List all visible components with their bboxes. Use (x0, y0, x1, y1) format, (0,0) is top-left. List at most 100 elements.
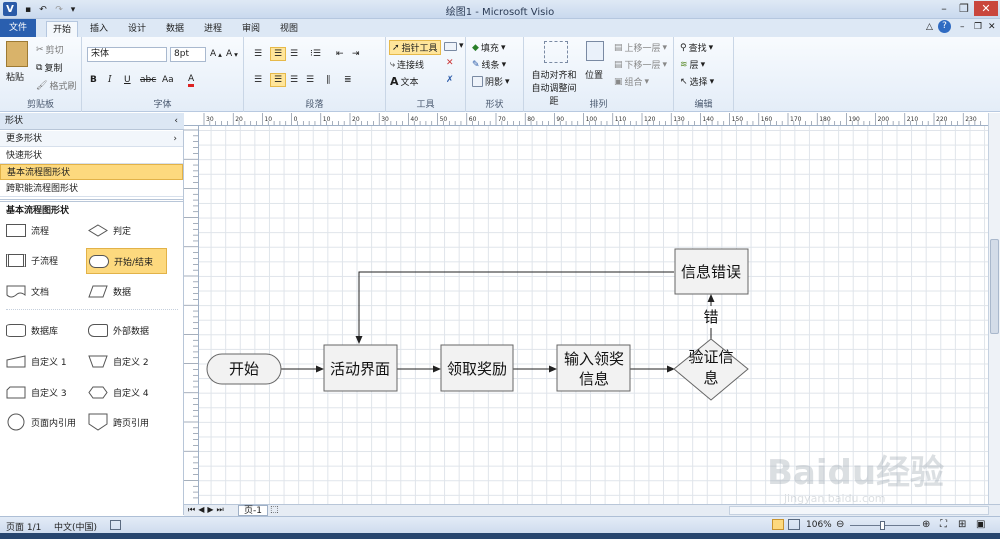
zoom-slider-thumb[interactable] (880, 521, 885, 530)
stencil-custom-1[interactable]: 自定义 1 (6, 355, 67, 368)
font-family-select[interactable]: 宋体 (87, 47, 167, 62)
stencil-custom-2[interactable]: 自定义 2 (88, 355, 149, 368)
decrease-indent-icon[interactable]: ⇤ (336, 49, 344, 59)
start-terminator[interactable]: 开始 (206, 353, 282, 385)
full-screen-icon[interactable] (788, 519, 800, 530)
collapse-pane-icon[interactable]: ‹ (174, 113, 178, 130)
page-count-status[interactable]: 页面 1/1 (6, 520, 41, 533)
grow-font-icon[interactable]: A ▴ (210, 49, 222, 59)
pane-splitter[interactable] (0, 199, 183, 202)
italic-button[interactable]: I (108, 75, 112, 85)
stencil-process[interactable]: 流程 (6, 224, 49, 237)
ribbon-minimize-icon[interactable]: △ (926, 22, 933, 32)
minimize-icon[interactable]: – (934, 1, 954, 16)
align-top-icon[interactable]: ☰ (254, 49, 262, 59)
insert-page-icon[interactable]: ⬚ (270, 505, 279, 515)
doc-restore-icon[interactable]: ❐ (974, 22, 982, 32)
tab-insert[interactable]: 插入 (84, 21, 114, 37)
find-button[interactable]: ⚲ 查找 ▾ (680, 41, 713, 55)
zoom-out-icon[interactable]: ⊖ (836, 519, 844, 530)
tab-home[interactable]: 开始 (46, 21, 78, 37)
bold-button[interactable]: B (90, 75, 97, 85)
font-size-select[interactable]: 8pt (170, 47, 206, 62)
stencil-database[interactable]: 数据库 (6, 324, 58, 337)
pointer-tool-button[interactable]: ➚ 指针工具 (389, 40, 441, 55)
cut-button[interactable]: ✂ 剪切 (36, 43, 64, 57)
shrink-font-icon[interactable]: A ▾ (226, 49, 238, 59)
tab-view[interactable]: 视图 (274, 21, 304, 37)
close-tool-icon[interactable]: ✕ (446, 58, 454, 68)
more-shapes-item[interactable]: 更多形状 › (0, 131, 183, 147)
horizontal-scrollbar[interactable] (729, 506, 989, 515)
stencil-document[interactable]: 文档 (6, 285, 49, 298)
stencil-decision[interactable]: 判定 (88, 224, 131, 237)
tab-design[interactable]: 设计 (122, 21, 152, 37)
format-painter-button[interactable]: 🖌 格式刷 (36, 79, 76, 93)
switch-windows-icon[interactable]: ▣ (976, 519, 985, 530)
tab-review[interactable]: 审阅 (236, 21, 266, 37)
strikethrough-button[interactable]: abc (140, 75, 156, 85)
font-color-button[interactable]: A (188, 75, 195, 87)
stencil-start-end[interactable]: 开始/结束 (86, 248, 167, 274)
page-tab[interactable]: 页-1 (238, 505, 268, 516)
doc-close-icon[interactable]: ✕ (988, 22, 996, 32)
align-right-icon[interactable]: ☰ (290, 75, 298, 85)
connection-point-icon[interactable]: ✗ (446, 75, 454, 85)
zoom-level[interactable]: 106% (806, 520, 832, 530)
align-bottom-icon[interactable]: ☰ (290, 49, 298, 59)
rectangle-tool-icon[interactable]: ▾ (444, 41, 464, 51)
paste-button[interactable]: 粘贴 (6, 70, 24, 83)
claim-reward-process[interactable]: 领取奖励 (440, 344, 514, 392)
align-center-icon[interactable]: ☰ (270, 73, 286, 87)
line-button[interactable]: ✎ 线条 ▾ (472, 58, 506, 72)
stencil-off-page-reference[interactable]: 跨页引用 (88, 413, 149, 431)
vertical-scrollbar[interactable] (988, 113, 1000, 504)
position-button[interactable]: 位置 (585, 68, 603, 81)
help-icon[interactable]: ? (938, 20, 951, 33)
stencil-custom-3[interactable]: 自定义 3 (6, 386, 67, 399)
layers-button[interactable]: ≋ 层 ▾ (680, 58, 705, 72)
stencil-custom-4[interactable]: 自定义 4 (88, 386, 149, 399)
shadow-button[interactable]: 阴影 ▾ (472, 75, 510, 88)
copy-button[interactable]: ⧉ 复制 (36, 61, 62, 75)
stencil-data[interactable]: 数据 (88, 285, 131, 298)
normal-view-icon[interactable] (772, 519, 784, 530)
macro-record-icon[interactable] (110, 520, 121, 530)
cross-functional-stencil-item[interactable]: 跨职能流程图形状 (0, 181, 183, 197)
group-button[interactable]: ▣ 组合 ▾ (614, 75, 649, 89)
tab-process[interactable]: 进程 (198, 21, 228, 37)
connector-button[interactable]: ⤷ 连接线 (390, 58, 424, 72)
close-icon[interactable]: ✕ (974, 1, 998, 16)
bullets-icon[interactable]: ⁝☰ (310, 49, 321, 59)
stencil-subprocess[interactable]: 子流程 (6, 254, 58, 267)
text-tool-button[interactable]: A 文本 (390, 75, 419, 88)
change-case-button[interactable]: Aa (162, 75, 174, 85)
increase-indent-icon[interactable]: ⇥ (352, 49, 360, 59)
language-status[interactable]: 中文(中国) (54, 520, 97, 533)
underline-button[interactable]: U (124, 75, 131, 85)
stencil-external-data[interactable]: 外部数据 (88, 324, 149, 337)
tab-file[interactable]: 文件 (0, 19, 36, 37)
zoom-slider[interactable] (850, 525, 920, 526)
align-left-icon[interactable]: ☰ (254, 75, 262, 85)
input-info-process[interactable]: 输入领奖 信息 (556, 344, 631, 392)
text-direction-icon[interactable]: ∥ (326, 75, 331, 85)
auto-align-icon[interactable] (544, 41, 568, 63)
basic-flowchart-stencil-item[interactable]: 基本流程图形状 (0, 164, 183, 180)
paste-icon[interactable] (6, 41, 28, 67)
align-middle-icon[interactable]: ☰ (270, 47, 286, 61)
tab-data[interactable]: 数据 (160, 21, 190, 37)
drawing-canvas[interactable]: 开始 活动界面 领取奖励 输入领奖 信息 验证信 息 信息错误 错 Baidu经… (199, 126, 988, 504)
fit-page-icon[interactable]: ⛶ (940, 519, 947, 530)
zoom-in-icon[interactable]: ⊕ (922, 519, 930, 530)
scroll-thumb[interactable] (990, 239, 999, 334)
activity-page-process[interactable]: 活动界面 (323, 344, 398, 392)
page-navigation-icons[interactable]: ⏮◀▶⏭ (188, 505, 227, 515)
send-backward-button[interactable]: ▤ 下移一层 ▾ (614, 58, 667, 72)
paragraph-settings-icon[interactable]: ≣ (344, 75, 352, 85)
connector-error-to-activity[interactable] (355, 271, 674, 344)
stencil-on-page-reference[interactable]: 页面内引用 (6, 413, 76, 431)
verify-info-decision[interactable]: 验证信 息 (673, 338, 749, 401)
bring-forward-button[interactable]: ▤ 上移一层 ▾ (614, 41, 667, 55)
position-icon[interactable] (586, 41, 604, 61)
